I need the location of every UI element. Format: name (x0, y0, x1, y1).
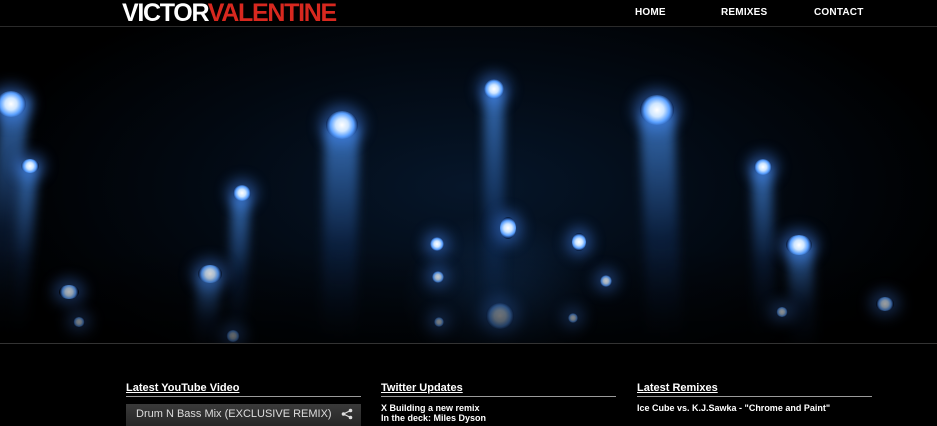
hero-stage-image (0, 27, 937, 343)
youtube-heading[interactable]: Latest YouTube Video (126, 382, 361, 395)
youtube-video-player[interactable]: Drum N Bass Mix (EXCLUSIVE REMIX) (126, 404, 361, 426)
hero-divider (0, 343, 937, 344)
tweet-item: In the deck: Miles Dyson (381, 413, 487, 423)
twitter-heading[interactable]: Twitter Updates (381, 382, 616, 395)
remixes-heading[interactable]: Latest Remixes (637, 382, 872, 395)
remix-item[interactable]: Ice Cube vs. K.J.Sawka - "Chrome and Pai… (637, 403, 830, 413)
nav-home[interactable]: HOME (635, 7, 666, 18)
remixes-section: Latest Remixes (637, 382, 872, 397)
section-rule (381, 396, 616, 397)
tweet-list: X Building a new remix In the deck: Mile… (381, 403, 486, 423)
video-title[interactable]: Drum N Bass Mix (EXCLUSIVE REMIX) (136, 408, 332, 420)
hero-vignette (0, 27, 937, 343)
site-header: VICTORVALENTINE HOME REMIXES CONTACT (0, 0, 937, 27)
youtube-section: Latest YouTube Video (126, 382, 361, 397)
section-rule (126, 396, 361, 397)
share-icon[interactable] (341, 408, 353, 420)
tweet-item: X Building a new remix (381, 403, 480, 413)
section-rule (637, 396, 872, 397)
main-nav: HOME REMIXES CONTACT (0, 7, 937, 21)
nav-contact[interactable]: CONTACT (814, 7, 864, 18)
twitter-section: Twitter Updates (381, 382, 616, 397)
nav-remixes[interactable]: REMIXES (721, 7, 767, 18)
